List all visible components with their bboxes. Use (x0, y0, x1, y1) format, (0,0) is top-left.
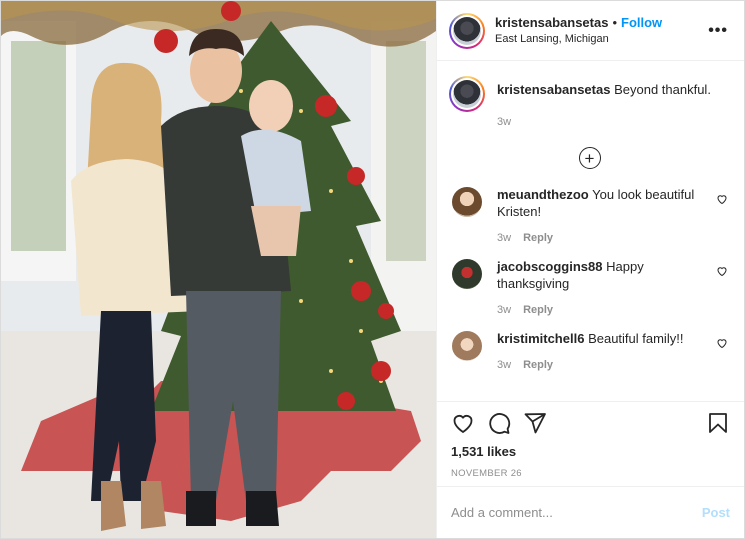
comment-input[interactable] (451, 505, 702, 520)
author-avatar-image (453, 16, 481, 45)
comment-item: meuandthezoo You look beautiful Kristen!… (449, 187, 730, 245)
comment-item: jacobscoggins88 Happy thanksgiving 3w Rep… (449, 259, 730, 317)
comment-body: jacobscoggins88 Happy thanksgiving 3w Rep… (497, 259, 730, 317)
commenter-avatar[interactable] (452, 187, 482, 218)
load-more-comments-icon[interactable]: + (578, 147, 601, 170)
comment-text: Beautiful family!! (588, 331, 684, 347)
caption-avatar[interactable] (449, 76, 485, 112)
author-username[interactable]: kristensabansetas (495, 15, 608, 30)
header-text: kristensabansetas • Follow East Lansing, M… (495, 14, 704, 46)
caption-username[interactable]: kristensabansetas (497, 82, 610, 97)
bookmark-icon[interactable] (706, 411, 730, 435)
post-actions: 1,531 likes NOVEMBER 26 (437, 401, 744, 479)
comment-time[interactable]: 3w (497, 304, 511, 316)
reply-button[interactable]: Reply (523, 304, 553, 316)
caption-text: Beyond thankful. (614, 82, 711, 97)
comment-meta: 3w Reply (497, 231, 708, 245)
location-link[interactable]: East Lansing, Michigan (495, 32, 704, 47)
post-header: kristensabansetas • Follow East Lansing, M… (437, 1, 744, 61)
action-icons (451, 410, 730, 436)
like-comment-heart-icon[interactable] (716, 265, 728, 277)
heart-icon[interactable] (451, 411, 475, 435)
comment-time[interactable]: 3w (497, 232, 511, 244)
caption-time[interactable]: 3w (497, 116, 511, 128)
comment-meta: 3w Reply (497, 303, 708, 317)
post-photo[interactable] (1, 1, 436, 538)
comment-meta: 3w Reply (497, 358, 708, 372)
reply-button[interactable]: Reply (523, 359, 553, 371)
load-more-comments: + (449, 147, 730, 170)
add-comment-bar: Post (437, 486, 744, 538)
comment-username[interactable]: jacobscoggins88 (497, 259, 602, 274)
post-comment-button[interactable]: Post (702, 505, 730, 520)
post-side-panel: kristensabansetas • Follow East Lansing, M… (436, 1, 744, 538)
more-options-icon[interactable]: ••• (704, 22, 732, 40)
header-name-row: kristensabansetas • Follow (495, 14, 704, 32)
like-comment-heart-icon[interactable] (716, 193, 728, 205)
comment-username[interactable]: kristimitchell6 (497, 331, 584, 346)
caption-avatar-inner (451, 78, 483, 110)
caption-meta: 3w (497, 115, 730, 129)
author-avatar-inner (451, 14, 483, 47)
post-date[interactable]: NOVEMBER 26 (451, 468, 730, 479)
likes-count[interactable]: 1,531 likes (451, 444, 730, 459)
comment-username[interactable]: meuandthezoo (497, 187, 589, 202)
comment-body: meuandthezoo You look beautiful Kristen!… (497, 187, 730, 245)
comment-time[interactable]: 3w (497, 359, 511, 371)
post-dialog: kristensabansetas • Follow East Lansing, M… (0, 0, 745, 539)
family-christmas-photo (1, 1, 436, 538)
comment-body: kristimitchell6 Beautiful family!! 3w Rep… (497, 331, 730, 372)
like-comment-heart-icon[interactable] (716, 337, 728, 349)
commenter-avatar[interactable] (452, 331, 482, 362)
author-avatar[interactable] (449, 12, 485, 49)
reply-button[interactable]: Reply (523, 232, 553, 244)
caption-avatar-image (453, 80, 481, 108)
comment-item: kristimitchell6 Beautiful family!! 3w Rep… (449, 331, 730, 372)
commenter-avatar[interactable] (452, 259, 482, 290)
comments-section: kristensabansetas Beyond thankful. 3w + … (437, 62, 744, 400)
follow-button[interactable]: Follow (621, 15, 662, 30)
separator-dot: • (612, 15, 618, 31)
comment-icon[interactable] (487, 411, 511, 435)
share-icon[interactable] (523, 411, 547, 435)
caption: kristensabansetas Beyond thankful. 3w (449, 76, 730, 129)
caption-body: kristensabansetas Beyond thankful. 3w (497, 76, 730, 129)
